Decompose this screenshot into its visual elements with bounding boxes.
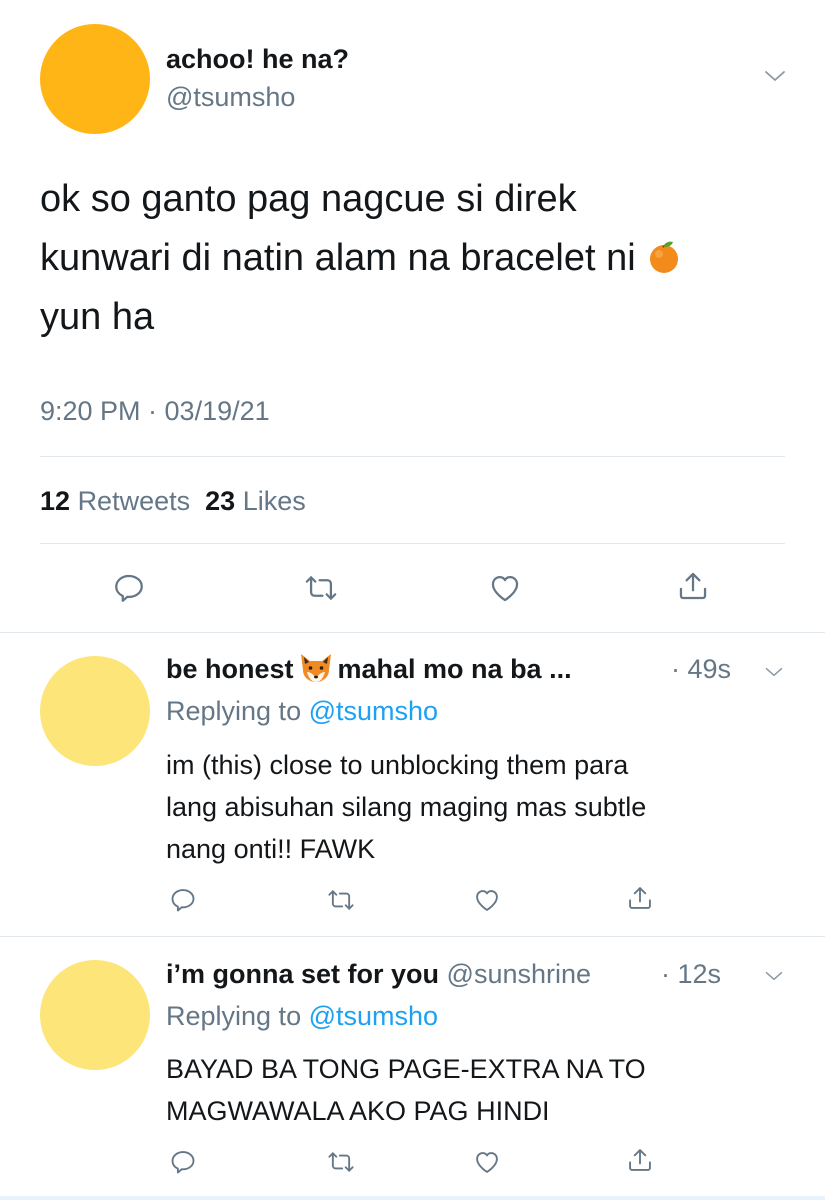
reply-icon[interactable] [112,571,146,605]
chevron-down-icon[interactable] [762,966,786,986]
reply-time[interactable]: · 49s [671,654,731,685]
divider [40,543,785,544]
tweet-timestamp[interactable]: 9:20 PM · 03/19/21 [40,396,270,427]
like-icon[interactable] [488,571,522,605]
share-icon[interactable] [626,884,654,912]
divider [40,456,785,457]
reply-author-name[interactable]: be honest mahal mo na ba ... [166,653,572,686]
retweets-stat[interactable]: 12 Retweets [40,486,190,516]
divider [0,936,825,937]
replying-to: Replying to @tsumsho [166,1001,439,1031]
replying-to-link[interactable]: @tsumsho [309,696,438,726]
replying-to: Replying to @tsumsho [166,696,439,726]
reply-text: im (this) close to unblocking them para … [166,750,647,864]
chevron-down-icon[interactable] [762,662,786,682]
like-icon[interactable] [473,1148,501,1176]
reply-icon[interactable] [169,1148,197,1176]
retweet-icon[interactable] [304,571,338,605]
reply-avatar[interactable] [40,960,150,1070]
retweet-icon[interactable] [327,1148,355,1176]
author-display-name[interactable]: achoo! he na? [166,44,349,75]
bottom-edge [0,1196,825,1200]
share-icon[interactable] [676,569,710,603]
tweet-text: ok so ganto pag nagcue si direk kunwari … [40,170,785,347]
reply-text: BAYAD BA TONG PAGE-EXTRA NA TO MAGWAWALA… [166,1054,646,1126]
reply-time[interactable]: · 12s [661,959,721,990]
reply-avatar[interactable] [40,656,150,766]
like-icon[interactable] [473,886,501,914]
retweet-icon[interactable] [327,886,355,914]
reply-icon[interactable] [169,886,197,914]
divider [0,632,825,633]
likes-stat[interactable]: 23 Likes [205,486,306,516]
chevron-down-icon[interactable] [760,64,790,88]
reply-author-handle[interactable]: @sunshrine [447,959,591,989]
replying-to-link[interactable]: @tsumsho [309,1001,438,1031]
reply-author-name[interactable]: i’m gonna set for you @sunshrine [166,959,591,990]
author-avatar[interactable] [40,24,150,134]
author-handle[interactable]: @tsumsho [166,82,295,113]
tweet-text-line: ok so ganto pag nagcue si direk [40,178,577,220]
share-icon[interactable] [626,1146,654,1174]
tweet-stats: 12 Retweets 23 Likes [40,486,306,517]
orange-emoji-icon [650,241,679,273]
fox-emoji-icon [300,653,331,682]
tweet-text-line: kunwari di natin alam na bracelet ni [40,229,785,288]
tweet-text-line: yun ha [40,296,155,338]
